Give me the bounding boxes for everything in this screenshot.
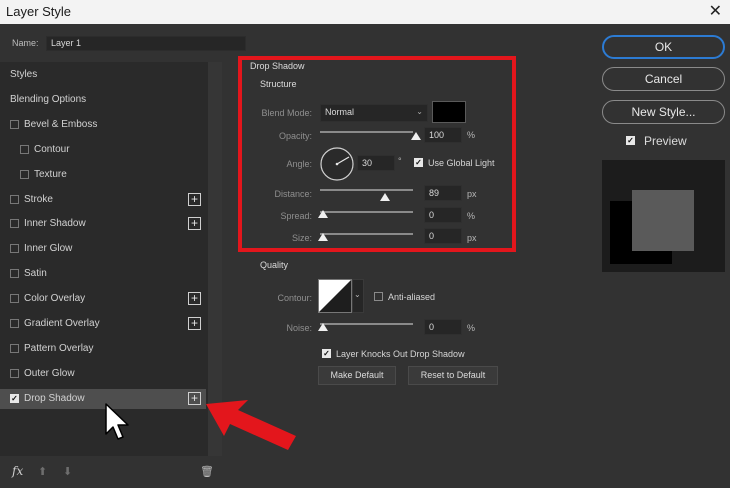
chevron-down-icon: ⌄	[354, 290, 361, 299]
close-icon[interactable]: ✕	[709, 1, 722, 21]
style-item-checkbox[interactable]	[10, 269, 19, 279]
style-item-styles[interactable]: Styles	[0, 65, 206, 85]
style-item-inner-shadow[interactable]: Inner Shadow +	[0, 214, 206, 234]
title-bar: Layer Style ✕	[0, 0, 730, 24]
highlight-box	[238, 56, 516, 252]
noise-slider-track[interactable]	[320, 323, 413, 325]
noise-unit: %	[467, 323, 476, 333]
move-up-icon[interactable]: ⬆	[38, 465, 47, 478]
style-item-label: Pattern Overlay	[24, 342, 94, 354]
contour-label: Contour:	[277, 293, 312, 303]
style-item-checkbox[interactable]	[20, 144, 29, 154]
styles-list: Styles Blending Options Bevel & Emboss Cont…	[0, 62, 208, 456]
ok-button[interactable]: OK	[602, 35, 725, 59]
style-item-pattern-overlay[interactable]: Pattern Overlay	[0, 339, 206, 359]
red-arrow-annotation	[206, 400, 296, 450]
style-item-label: Contour	[34, 143, 70, 155]
style-item-inner-glow[interactable]: Inner Glow	[0, 239, 206, 259]
contour-dropdown[interactable]: ⌄	[352, 279, 364, 313]
style-item-satin[interactable]: Satin	[0, 264, 206, 284]
style-item-checkbox[interactable]	[10, 368, 19, 378]
add-effect-icon[interactable]: +	[188, 192, 201, 206]
style-item-outer-glow[interactable]: Outer Glow	[0, 364, 206, 384]
style-item-label: Texture	[34, 168, 67, 180]
window-title: Layer Style	[6, 4, 72, 19]
anti-aliased-checkbox[interactable]	[374, 292, 383, 301]
style-item-label: Satin	[24, 268, 47, 280]
add-effect-icon[interactable]: +	[188, 292, 201, 306]
name-label: Name:	[12, 38, 39, 48]
style-item-label: Color Overlay	[24, 293, 86, 305]
style-item-label: Stroke	[24, 193, 53, 205]
fx-icon[interactable]: fx	[12, 464, 23, 478]
style-item-label: Bevel & Emboss	[24, 118, 98, 130]
style-item-label: Drop Shadow	[24, 392, 85, 404]
style-item-label: Inner Glow	[24, 243, 73, 255]
contour-picker[interactable]	[318, 279, 352, 313]
style-item-checkbox[interactable]	[10, 294, 19, 304]
style-item-checkbox[interactable]	[10, 319, 19, 328]
knocks-out-checkbox[interactable]: ✓	[322, 349, 331, 358]
style-item-color-overlay[interactable]: Color Overlay +	[0, 289, 206, 309]
style-item-checkbox[interactable]	[10, 194, 19, 204]
mouse-cursor-icon	[105, 403, 129, 440]
style-item-label: Gradient Overlay	[24, 318, 100, 329]
preview-thumbnail	[632, 190, 694, 251]
style-item-checkbox[interactable]	[10, 343, 19, 353]
reset-to-default-button[interactable]: Reset to Default	[408, 366, 498, 385]
move-down-icon[interactable]: ⬇	[63, 465, 72, 478]
noise-label: Noise:	[286, 323, 312, 333]
add-effect-icon[interactable]: +	[188, 217, 201, 231]
quality-title: Quality	[260, 260, 289, 270]
style-item-bevel-emboss[interactable]: Bevel & Emboss	[0, 115, 206, 135]
preview-checkbox[interactable]: ✓	[626, 136, 635, 145]
trash-icon[interactable]: 🗑	[200, 465, 214, 478]
style-item-label: Inner Shadow	[24, 218, 86, 230]
cancel-button[interactable]: Cancel	[602, 67, 725, 91]
style-item-label: Styles	[10, 69, 38, 80]
style-item-checkbox[interactable]	[10, 119, 19, 129]
preview-label: Preview	[644, 134, 687, 148]
style-item-checkbox[interactable]	[10, 244, 19, 254]
noise-slider-thumb[interactable]	[318, 323, 328, 331]
new-style-button[interactable]: New Style...	[602, 100, 725, 124]
style-item-checkbox[interactable]	[10, 219, 19, 229]
style-item-drop-shadow[interactable]: ✓ Drop Shadow +	[0, 388, 206, 409]
style-item-checkbox[interactable]	[20, 169, 29, 179]
style-item-blending-options[interactable]: Blending Options	[0, 90, 206, 110]
anti-aliased-label: Anti-aliased	[388, 292, 436, 302]
noise-input[interactable]: 0	[424, 319, 462, 335]
make-default-button[interactable]: Make Default	[318, 366, 396, 385]
style-item-label: Outer Glow	[24, 367, 75, 379]
knocks-out-label: Layer Knocks Out Drop Shadow	[336, 349, 465, 359]
style-item-contour[interactable]: Contour	[0, 140, 206, 160]
style-item-label: Blending Options	[10, 93, 87, 105]
style-item-stroke[interactable]: Stroke +	[0, 190, 206, 210]
style-item-gradient-overlay[interactable]: Gradient Overlay +	[0, 314, 206, 334]
add-effect-icon[interactable]: +	[188, 317, 201, 330]
style-item-checkbox[interactable]: ✓	[10, 393, 19, 403]
layer-name-input[interactable]: Layer 1	[46, 36, 246, 51]
style-item-texture[interactable]: Texture	[0, 165, 206, 185]
